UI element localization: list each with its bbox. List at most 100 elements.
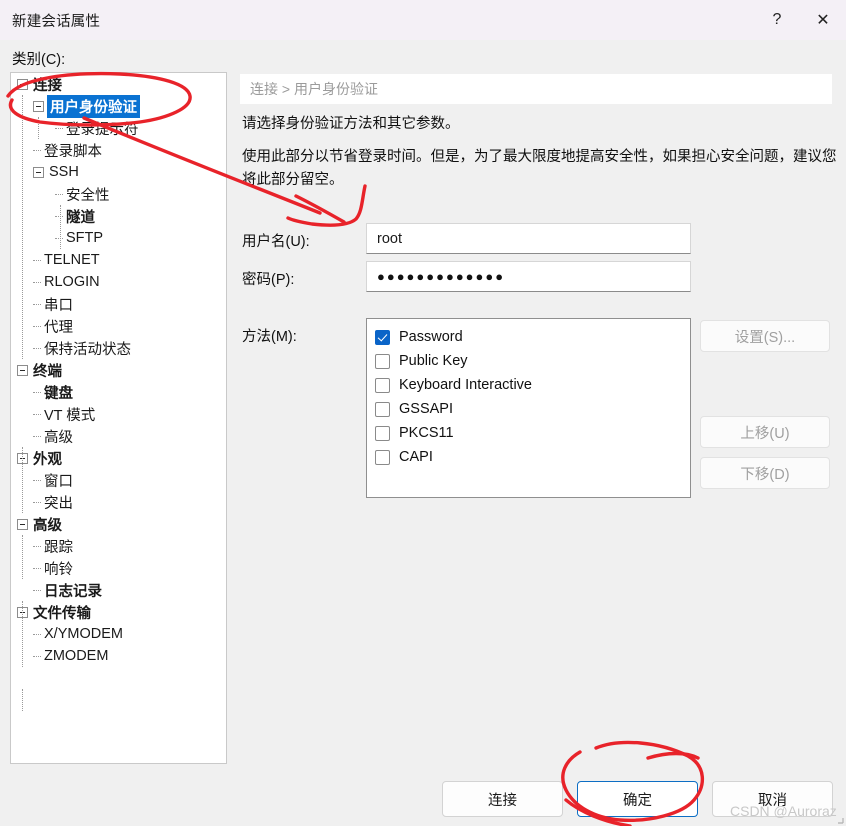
- tree-branch-line: [33, 326, 41, 327]
- tree-item-21[interactable]: 跟踪: [11, 535, 226, 557]
- method-row-5[interactable]: CAPI: [375, 445, 690, 469]
- username-label: 用户名(U):: [242, 230, 310, 251]
- method-label: CAPI: [399, 449, 433, 465]
- collapse-minus-icon[interactable]: [17, 519, 28, 530]
- tree-item-18[interactable]: 窗口: [11, 469, 226, 491]
- tree-item-label: ZMODEM: [42, 648, 110, 664]
- collapse-minus-icon[interactable]: [17, 365, 28, 376]
- tree-item-label: TELNET: [42, 252, 102, 268]
- tree-item-4[interactable]: SSH: [11, 161, 226, 183]
- tree-item-7[interactable]: SFTP: [11, 227, 226, 249]
- close-icon[interactable]: ✕: [800, 0, 846, 40]
- checkbox-checked-icon[interactable]: [375, 330, 390, 345]
- tree-item-22[interactable]: 响铃: [11, 557, 226, 579]
- tree-item-26[interactable]: ZMODEM: [11, 645, 226, 667]
- tree-branch-line: [55, 128, 63, 129]
- tree-item-label: 隧道: [64, 206, 97, 227]
- category-tree[interactable]: 连接用户身份验证登录提示符登录脚本 SSH 安全性隧道 SFTP TELNET RLOGI…: [10, 72, 227, 764]
- tree-item-10[interactable]: 串口: [11, 293, 226, 315]
- help-icon[interactable]: ?: [754, 0, 800, 40]
- tree-item-label: 文件传输: [31, 602, 93, 623]
- tree-item-3[interactable]: 登录脚本: [11, 139, 226, 161]
- title-bar: 新建会话属性 ? ✕: [0, 0, 846, 40]
- tree-item-2[interactable]: 登录提示符: [11, 117, 226, 139]
- tree-branch-line: [33, 546, 41, 547]
- tree-item-20[interactable]: 高级: [11, 513, 226, 535]
- tree-item-5[interactable]: 安全性: [11, 183, 226, 205]
- connect-button[interactable]: 连接: [442, 781, 563, 817]
- tree-item-25[interactable]: X/YMODEM: [11, 623, 226, 645]
- tree-guide-appearance: [22, 535, 23, 579]
- tree-item-0[interactable]: 连接: [11, 73, 226, 95]
- tree-branch-line: [33, 282, 41, 283]
- tree-item-label: 窗口: [42, 470, 75, 491]
- tree-item-19[interactable]: 突出: [11, 491, 226, 513]
- tree-item-label: 登录提示符: [64, 118, 141, 139]
- move-up-button[interactable]: 上移(U): [700, 416, 830, 448]
- collapse-minus-icon[interactable]: [33, 101, 44, 112]
- checkbox-unchecked-icon[interactable]: [375, 426, 390, 441]
- tree-branch-line: [33, 656, 41, 657]
- tree-item-16[interactable]: 高级: [11, 425, 226, 447]
- category-label: 类别(C):: [12, 48, 65, 69]
- tree-item-label: 串口: [42, 294, 75, 315]
- tree-item-13[interactable]: 终端: [11, 359, 226, 381]
- tree-item-label: 跟踪: [42, 536, 75, 557]
- tree-branch-line: [33, 436, 41, 437]
- ok-button[interactable]: 确定: [577, 781, 698, 817]
- tree-item-label: 用户身份验证: [47, 95, 140, 118]
- method-label: Keyboard Interactive: [399, 377, 532, 393]
- tree-item-6[interactable]: 隧道: [11, 205, 226, 227]
- tree-guide-ssh: [60, 205, 61, 249]
- session-properties-dialog: 新建会话属性 ? ✕ 类别(C): 连接用户身份验证登录提示符登录脚本SSH安全…: [0, 0, 846, 826]
- checkbox-unchecked-icon[interactable]: [375, 450, 390, 465]
- tree-branch-line: [33, 348, 41, 349]
- cancel-button[interactable]: 取消: [712, 781, 833, 817]
- tree-item-8[interactable]: TELNET: [11, 249, 226, 271]
- tree-item-11[interactable]: 代理: [11, 315, 226, 337]
- method-row-0[interactable]: Password: [375, 325, 690, 349]
- tree-branch-line: [55, 194, 63, 195]
- password-input[interactable]: ●●●●●●●●●●●●●: [366, 261, 691, 292]
- move-down-button[interactable]: 下移(D): [700, 457, 830, 489]
- description-secondary: 使用此部分以节省登录时间。但是，为了最大限度地提高安全性，如果担心安全问题，建议…: [242, 146, 840, 192]
- resize-grip-icon[interactable]: [832, 812, 844, 824]
- tree-item-24[interactable]: 文件传输: [11, 601, 226, 623]
- tree-item-9[interactable]: RLOGIN: [11, 271, 226, 293]
- tree-item-12[interactable]: 保持活动状态: [11, 337, 226, 359]
- tree-item-label: SFTP: [64, 230, 105, 246]
- checkbox-unchecked-icon[interactable]: [375, 378, 390, 393]
- tree-item-label: RLOGIN: [42, 274, 102, 290]
- method-row-3[interactable]: GSSAPI: [375, 397, 690, 421]
- methods-label: 方法(M):: [242, 325, 297, 346]
- tree-branch-line: [33, 634, 41, 635]
- tree-item-label: SSH: [47, 164, 81, 180]
- tree-item-label: 突出: [42, 492, 75, 513]
- password-masked-value: ●●●●●●●●●●●●●: [377, 269, 505, 284]
- tree-item-label: 键盘: [42, 382, 75, 403]
- tree-branch-line: [33, 392, 41, 393]
- tree-item-label: 高级: [42, 426, 75, 447]
- checkbox-unchecked-icon[interactable]: [375, 402, 390, 417]
- tree-item-17[interactable]: 外观: [11, 447, 226, 469]
- tree-item-1[interactable]: 用户身份验证: [11, 95, 226, 117]
- tree-item-23[interactable]: 日志记录: [11, 579, 226, 601]
- tree-guide-auth: [38, 117, 39, 139]
- method-row-2[interactable]: Keyboard Interactive: [375, 373, 690, 397]
- breadcrumb: 连接 > 用户身份验证: [240, 74, 832, 104]
- tree-branch-line: [55, 238, 63, 239]
- collapse-minus-icon[interactable]: [17, 79, 28, 90]
- password-label: 密码(P):: [242, 268, 294, 289]
- username-input[interactable]: root: [366, 223, 691, 254]
- tree-item-14[interactable]: 键盘: [11, 381, 226, 403]
- checkbox-unchecked-icon[interactable]: [375, 354, 390, 369]
- method-label: Password: [399, 329, 463, 345]
- method-row-4[interactable]: PKCS11: [375, 421, 690, 445]
- methods-list[interactable]: Password Public Key Keyboard Interactive GS…: [366, 318, 691, 498]
- properties-button[interactable]: 设置(S)...: [700, 320, 830, 352]
- tree-branch-line: [33, 590, 41, 591]
- tree-item-15[interactable]: VT 模式: [11, 403, 226, 425]
- method-label: GSSAPI: [399, 401, 453, 417]
- collapse-minus-icon[interactable]: [33, 167, 44, 178]
- method-row-1[interactable]: Public Key: [375, 349, 690, 373]
